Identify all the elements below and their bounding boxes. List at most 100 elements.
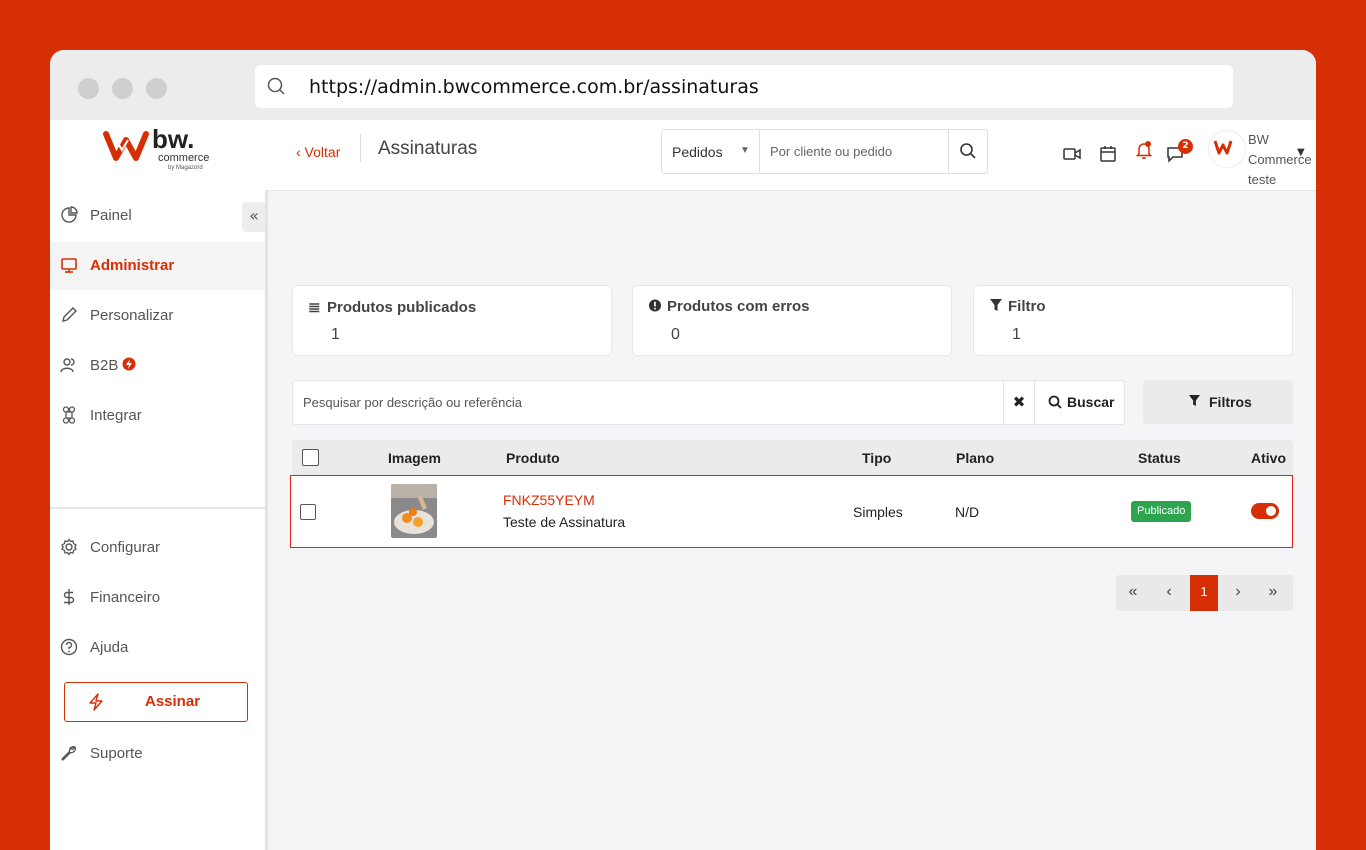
search-button-label: Buscar [1067, 394, 1115, 410]
select-all-checkbox[interactable] [302, 449, 319, 466]
sidebar-item-label: Suporte [90, 745, 143, 762]
user-info[interactable]: BW Commerce teste [1248, 130, 1316, 190]
bell-icon[interactable] [1134, 140, 1154, 160]
page-first-button[interactable]: « [1118, 575, 1148, 611]
stat-value: 1 [1012, 326, 1021, 343]
window-minimize-dot[interactable] [112, 78, 133, 99]
calendar-icon[interactable] [1098, 144, 1118, 164]
status-badge: Publicado [1131, 501, 1192, 522]
pie-chart-icon [61, 206, 78, 223]
browser-chrome: https://admin.bwcommerce.com.br/assinatu… [50, 50, 1316, 120]
search-scope-select[interactable]: Pedidos ▼ [662, 130, 760, 173]
search-icon [267, 77, 285, 95]
stat-card-published: ≣ Produtos publicados 1 [292, 285, 612, 356]
back-link[interactable]: ‹ Voltar [296, 144, 340, 160]
sidebar-item-financeiro[interactable]: Financeiro [50, 574, 265, 622]
sidebar-item-suporte[interactable]: Suporte [50, 730, 265, 778]
assinar-button[interactable]: Assinar [64, 682, 248, 722]
stat-title: Produtos publicados [327, 299, 477, 316]
window-close-dot[interactable] [78, 78, 99, 99]
sidebar-item-personalizar[interactable]: Personalizar [50, 292, 265, 340]
caret-down-icon: ▼ [740, 145, 750, 156]
sidebar-item-label: B2B [90, 357, 119, 374]
address-bar[interactable]: https://admin.bwcommerce.com.br/assinatu… [255, 65, 1233, 108]
column-header: Ativo [1251, 450, 1286, 466]
window-maximize-dot[interactable] [146, 78, 167, 99]
gear-icon [61, 538, 77, 556]
brand-sub: by Magazord [168, 165, 203, 171]
top-bar: ‹ Voltar Assinaturas Pedidos ▼ 2 BW Com [268, 120, 1316, 191]
page-next-button[interactable]: › [1223, 575, 1253, 611]
brand-name: bw. [152, 124, 195, 154]
filter-icon [1189, 395, 1200, 407]
command-icon [62, 406, 76, 424]
sidebar-item-b2b[interactable]: B2B [50, 342, 265, 390]
sidebar-divider [50, 507, 265, 509]
assinar-label: Assinar [145, 693, 201, 710]
stat-card-filter: Filtro 1 [973, 285, 1293, 356]
url-text: https://admin.bwcommerce.com.br/assinatu… [309, 76, 759, 98]
active-toggle[interactable] [1251, 503, 1279, 519]
b2b-badge-icon [122, 357, 136, 371]
product-name: Teste de Assinatura [503, 514, 626, 530]
sidebar: bw. commerce by Magazord « Painel Admini… [50, 120, 266, 850]
product-search-group: ✖ Buscar [292, 380, 1125, 425]
caret-down-icon[interactable]: ▼ [1297, 147, 1305, 158]
product-plan: N/D [955, 504, 980, 520]
column-header: Plano [956, 450, 995, 466]
sidebar-item-administrar[interactable]: Administrar [50, 242, 265, 290]
sidebar-item-label: Ajuda [90, 639, 129, 656]
sidebar-item-integrar[interactable]: Integrar [50, 392, 265, 440]
product-reference-link[interactable]: FNKZ55YEYM [503, 492, 595, 508]
filters-label: Filtros [1209, 394, 1252, 410]
avatar[interactable] [1208, 130, 1246, 168]
sidebar-item-ajuda[interactable]: Ajuda [50, 624, 265, 672]
column-header: Imagem [388, 450, 441, 466]
stat-value: 1 [331, 326, 340, 343]
column-header: Tipo [862, 450, 892, 466]
search-icon [1048, 395, 1062, 409]
stat-title: Filtro [1008, 298, 1046, 315]
lightning-icon [89, 693, 103, 711]
product-thumbnail[interactable] [391, 484, 437, 538]
sidebar-item-painel[interactable]: Painel [50, 192, 265, 240]
main-content: ‹ Voltar Assinaturas Pedidos ▼ 2 BW Com [268, 120, 1316, 850]
list-icon: ≣ [308, 299, 321, 316]
user-subtitle: teste [1248, 172, 1277, 187]
sidebar-item-label: Financeiro [90, 589, 161, 606]
user-name: BW Commerce [1248, 132, 1312, 167]
sidebar-item-configurar[interactable]: Configurar [50, 524, 265, 572]
sidebar-item-label: Painel [90, 207, 132, 224]
page-prev-button[interactable]: ‹ [1154, 575, 1184, 611]
order-search-button[interactable] [948, 130, 988, 173]
monitor-icon [61, 258, 77, 273]
users-icon [60, 358, 75, 373]
search-icon [960, 143, 976, 159]
stat-title: Produtos com erros [667, 298, 810, 315]
wrench-icon [61, 746, 76, 761]
alert-icon [648, 299, 662, 312]
notification-badge: 2 [1178, 139, 1193, 154]
title-separator [360, 134, 361, 162]
order-search-input[interactable] [760, 130, 948, 173]
sidebar-item-label: Integrar [90, 407, 142, 424]
sidebar-item-label: Personalizar [90, 307, 174, 324]
clear-search-button[interactable]: ✖ [1003, 381, 1034, 424]
filters-button[interactable]: Filtros [1143, 380, 1293, 424]
browser-window: https://admin.bwcommerce.com.br/assinatu… [50, 50, 1316, 850]
search-button[interactable]: Buscar [1034, 381, 1125, 424]
column-header: Produto [506, 450, 560, 466]
brand-tagline: commerce [158, 152, 210, 164]
page-last-button[interactable]: » [1258, 575, 1288, 611]
stat-value: 0 [671, 326, 680, 343]
table-header: Imagem Produto Tipo Plano Status Ativo [292, 440, 1293, 476]
order-search-group: Pedidos ▼ [661, 129, 988, 174]
product-search-input[interactable] [293, 381, 1003, 424]
table-row[interactable]: FNKZ55YEYM Teste de Assinatura Simples N… [290, 475, 1293, 548]
row-checkbox[interactable] [300, 504, 316, 520]
stat-card-errors: Produtos com erros 0 [632, 285, 952, 356]
help-icon [60, 638, 78, 656]
sidebar-item-label: Administrar [90, 257, 175, 274]
page-current-button[interactable]: 1 [1190, 575, 1218, 611]
video-camera-icon[interactable] [1062, 144, 1082, 164]
